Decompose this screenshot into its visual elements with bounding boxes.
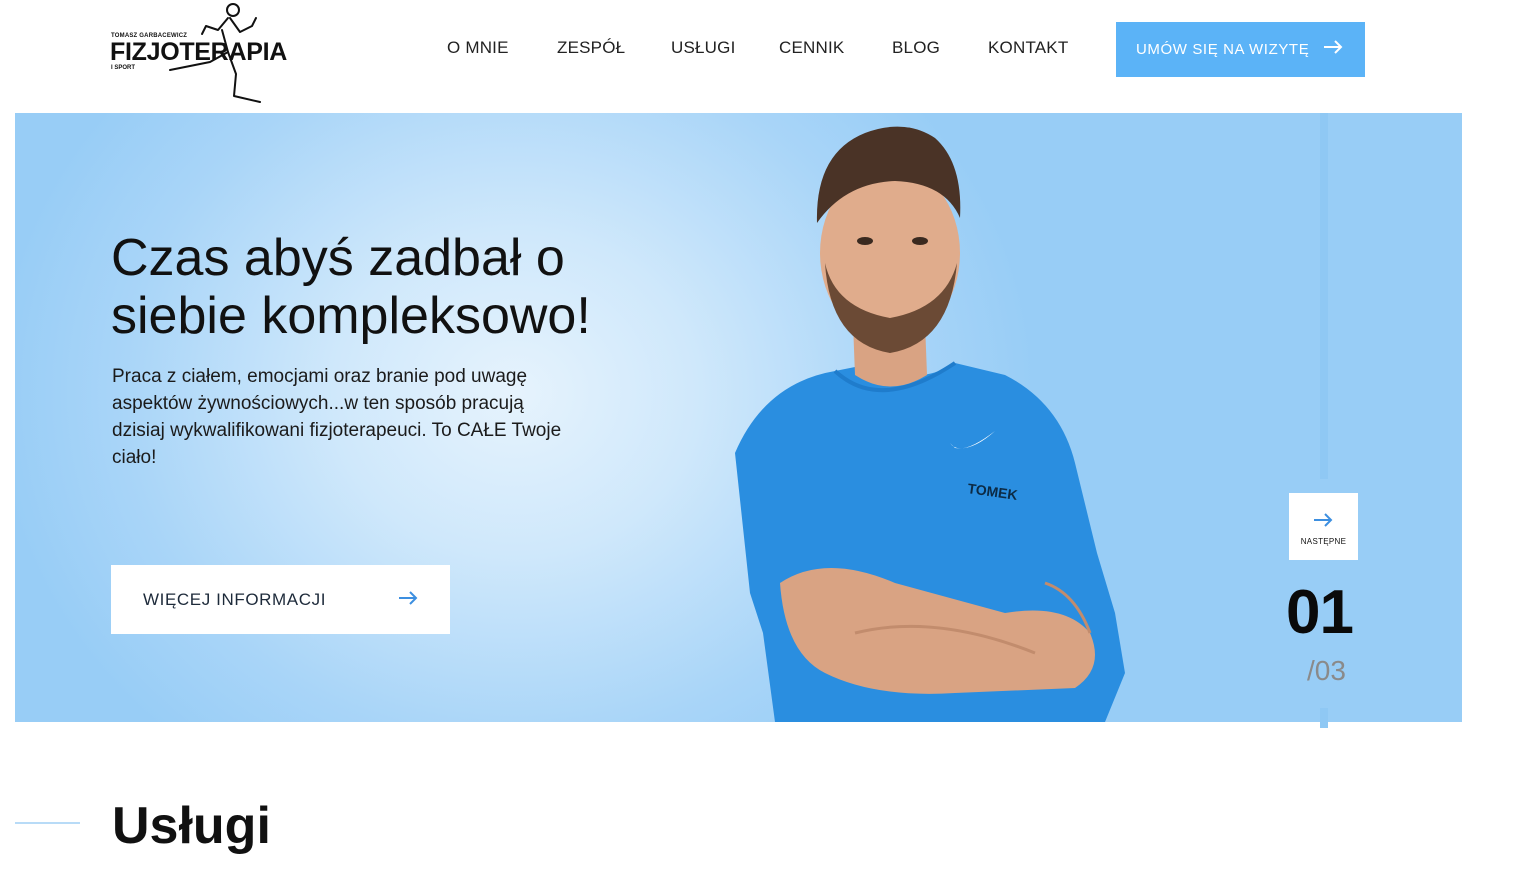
slider-progress-line (1320, 113, 1328, 479)
hero-title: Czas abyś zadbał o siebie kompleksowo! (111, 229, 591, 345)
slide-counter-current: 01 (1286, 578, 1354, 647)
more-info-label: WIĘCEJ INFORMACJI (143, 589, 327, 609)
arrow-right-icon (1324, 40, 1343, 54)
more-info-button[interactable]: WIĘCEJ INFORMACJI (111, 565, 450, 634)
nav-item-cennik[interactable]: CENNIK (779, 38, 844, 58)
nav-item-kontakt[interactable]: KONTAKT (988, 38, 1068, 58)
physiotherapist-photo: TOMEK (735, 126, 1125, 722)
next-slide-button[interactable]: NASTĘPNE (1289, 493, 1358, 560)
hero-description: Praca z ciałem, emocjami oraz branie pod… (112, 366, 562, 468)
arrow-right-icon (399, 591, 418, 605)
arrow-right-icon (1314, 513, 1333, 527)
slide-counter-total: /03 (1307, 655, 1346, 686)
nav-item-zespol[interactable]: ZESPÓŁ (557, 38, 625, 58)
logo[interactable]: TOMASZ GARBACEWICZ FIZJOTERAPIA I SPORT (110, 0, 287, 106)
services-section-title: Usługi (112, 797, 271, 855)
nav-item-o-mnie[interactable]: O MNIE (447, 38, 509, 58)
nav-item-blog[interactable]: BLOG (892, 38, 940, 58)
book-visit-label: UMÓW SIĘ NA WIZYTĘ (1136, 41, 1310, 58)
brand-name: FIZJOTERAPIA (110, 38, 287, 66)
slider-progress-line-bottom (1320, 708, 1328, 728)
hero-banner: TOMEK Czas abyś zadbał o siebie kompleks… (15, 113, 1462, 722)
brand-sub-line: I SPORT (111, 65, 136, 71)
nav-item-uslugi[interactable]: USŁUGI (671, 38, 736, 58)
book-visit-button[interactable]: UMÓW SIĘ NA WIZYTĘ (1116, 22, 1365, 77)
section-divider (15, 822, 80, 824)
next-slide-label: NASTĘPNE (1300, 537, 1347, 546)
